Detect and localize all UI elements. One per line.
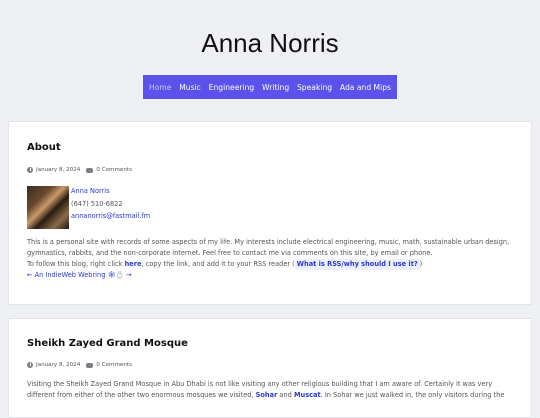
webring-line: ← An IndieWeb Webring 🕸💍 → (27, 270, 517, 281)
comments-icon (86, 167, 94, 173)
body-text-segment: different from either of the other two e… (27, 391, 256, 399)
sohar-link[interactable]: Sohar (256, 391, 278, 399)
body-text-segment: and (277, 391, 294, 399)
main-nav: Home Music Engineering Writing Speaking … (143, 75, 397, 99)
body-line: This is a personal site with records of … (27, 238, 510, 246)
clock-icon (27, 167, 33, 173)
post-date[interactable]: January 8, 2024 (36, 167, 80, 173)
nav-item-music[interactable]: Music (179, 83, 201, 92)
follow-prefix: To follow this blog, right click (27, 260, 125, 268)
contact-phone: (647) 510-6822 (71, 200, 123, 208)
post-meta: January 8, 2024 0 Comments (27, 167, 132, 173)
nav-item-writing[interactable]: Writing (262, 83, 289, 92)
nav-item-speaking[interactable]: Speaking (297, 83, 332, 92)
comments-icon (86, 362, 94, 368)
webring-next-link[interactable]: 🕸💍 → (105, 271, 131, 279)
post-meta: January 8, 2024 0 Comments (27, 362, 132, 368)
nav-item-ada-and-mips[interactable]: Ada and Mips (340, 83, 391, 92)
follow-line: To follow this blog, right click here, c… (27, 259, 517, 270)
post-comments-count[interactable]: 0 Comments (96, 167, 132, 173)
body-text-segment: . In Sohar we just walked in, the only v… (320, 391, 505, 399)
follow-mid: , copy the link, and add it to your RSS … (141, 260, 295, 268)
contact-name[interactable]: Anna Norris (71, 187, 110, 195)
webring-prev-link[interactable]: ← An (27, 271, 45, 279)
post-title[interactable]: Sheikh Zayed Grand Mosque (27, 338, 188, 349)
nav-item-home[interactable]: Home (149, 83, 171, 92)
site-title[interactable]: Anna Norris (0, 28, 540, 59)
rss-info-link[interactable]: What is RSS/why should I use it? (294, 259, 420, 270)
contact-email[interactable]: annanorris@fastmail.fm (71, 212, 150, 220)
post-title[interactable]: About (27, 142, 61, 153)
post-date[interactable]: January 8, 2024 (36, 362, 80, 368)
webring-link[interactable]: IndieWeb Webring (45, 271, 105, 279)
body-line: gymnastics, rabbits, and the non-corpora… (27, 249, 433, 257)
muscat-link[interactable]: Muscat (294, 391, 321, 399)
body-line: Visiting the Sheikh Zayed Grand Mosque i… (27, 380, 493, 388)
avatar (27, 186, 69, 229)
post-card-mosque: Sheikh Zayed Grand Mosque January 8, 202… (8, 318, 532, 418)
clock-icon (27, 362, 33, 368)
post-comments-count[interactable]: 0 Comments (96, 362, 132, 368)
nav-item-engineering[interactable]: Engineering (209, 83, 255, 92)
follow-end: ) (419, 260, 423, 268)
post-card-about: About January 8, 2024 0 Comments Anna No… (8, 121, 532, 305)
post-body: Visiting the Sheikh Zayed Grand Mosque i… (27, 379, 517, 401)
body-line: different from either of the other two e… (27, 390, 517, 401)
feed-link[interactable]: here (125, 260, 142, 268)
post-body: This is a personal site with records of … (27, 237, 517, 281)
